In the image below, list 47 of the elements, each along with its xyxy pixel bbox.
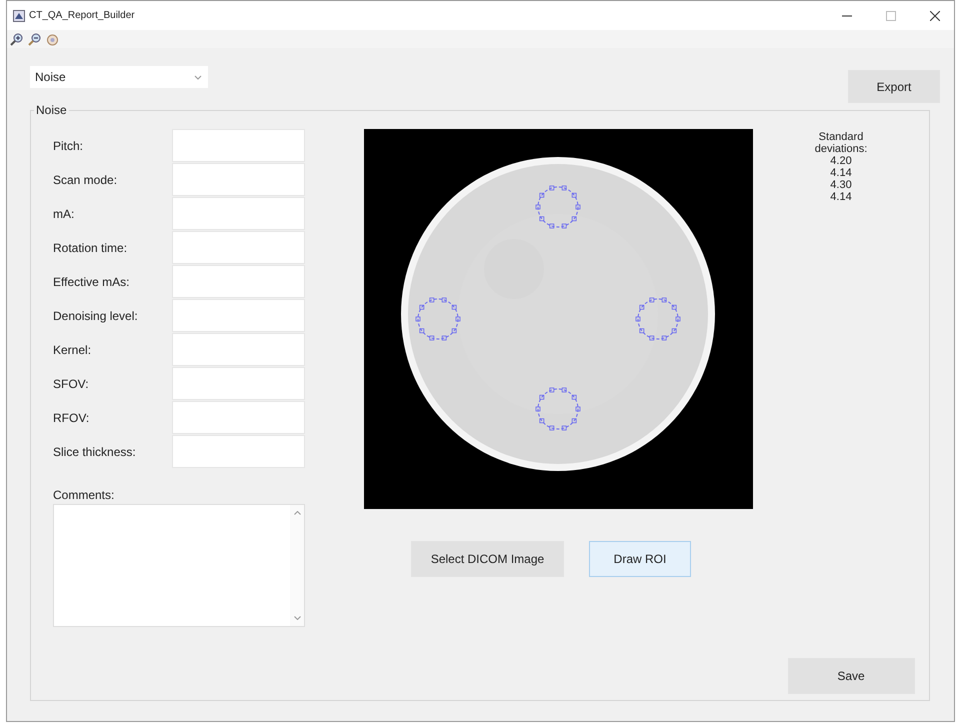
input-field[interactable] xyxy=(172,231,305,264)
test-dropdown[interactable]: Noise xyxy=(30,66,208,88)
input-field[interactable] xyxy=(172,333,305,366)
panel-title: Noise xyxy=(35,103,68,117)
field-label: Effective mAs: xyxy=(53,274,130,290)
input-field[interactable] xyxy=(172,163,305,196)
window-title: CT_QA_Report_Builder xyxy=(29,10,135,21)
stats-label: Standard deviations: xyxy=(814,131,868,155)
roi-circle[interactable] xyxy=(636,298,680,340)
app-icon xyxy=(13,10,25,22)
maximize-icon[interactable] xyxy=(886,10,896,20)
input-field[interactable] xyxy=(172,265,305,298)
comments-field[interactable] xyxy=(53,504,305,627)
field-label: Pitch: xyxy=(53,138,84,154)
export-button[interactable]: Export xyxy=(848,70,940,103)
stats-value: 4.20 xyxy=(830,155,852,167)
input-field[interactable] xyxy=(172,197,305,230)
comments-label: Comments: xyxy=(53,488,116,502)
scroll-up-icon[interactable] xyxy=(294,511,300,515)
field-label: RFOV: xyxy=(53,410,90,426)
chevron-down-icon xyxy=(194,74,202,80)
field-label: Rotation time: xyxy=(53,240,128,256)
roi-circle[interactable] xyxy=(536,388,580,430)
input-field[interactable] xyxy=(172,299,305,332)
scrollbar[interactable] xyxy=(290,505,304,626)
field-label: Slice thickness: xyxy=(53,444,137,460)
input-field[interactable] xyxy=(172,367,305,400)
field-label: SFOV: xyxy=(53,376,90,392)
roi-circle[interactable] xyxy=(416,298,460,340)
field-label: Kernel: xyxy=(53,342,92,358)
field-label: Denoising level: xyxy=(53,308,139,324)
zoom-in-icon[interactable] xyxy=(10,32,23,46)
draw-roi-button[interactable]: Draw ROI xyxy=(589,541,691,577)
input-field[interactable] xyxy=(172,435,305,468)
zoom-out-icon[interactable] xyxy=(28,32,41,46)
input-field[interactable] xyxy=(172,401,305,434)
field-label: Scan mode: xyxy=(53,172,118,188)
input-field[interactable] xyxy=(172,129,305,162)
stats-value: 4.30 xyxy=(830,179,852,191)
scroll-down-icon[interactable] xyxy=(294,616,300,620)
field-label: mA: xyxy=(53,206,76,222)
stats-value: 4.14 xyxy=(830,191,852,203)
stats-value: 4.14 xyxy=(830,167,852,179)
save-button[interactable]: Save xyxy=(788,658,914,694)
close-icon[interactable] xyxy=(930,10,940,20)
roi-circle[interactable] xyxy=(536,186,580,228)
select-image-button[interactable]: Select DICOM Image xyxy=(411,541,564,577)
